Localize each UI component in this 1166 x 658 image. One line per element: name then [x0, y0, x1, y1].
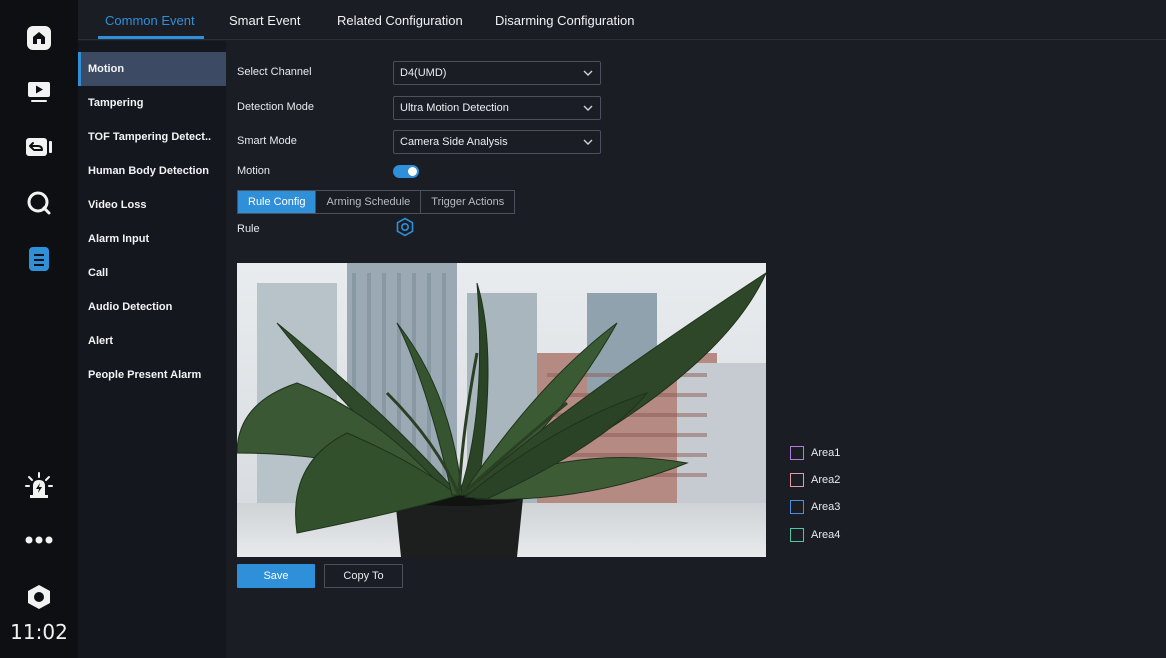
- toggle-knob: [408, 167, 417, 176]
- area1-label: Area1: [811, 447, 841, 459]
- sidebar-item-tof-tampering[interactable]: TOF Tampering Detect..: [78, 120, 226, 154]
- smart-mode-value: Camera Side Analysis: [400, 136, 508, 148]
- smart-mode-dropdown[interactable]: Camera Side Analysis: [393, 130, 601, 154]
- sidebar-item-human-body-detection[interactable]: Human Body Detection: [78, 154, 226, 188]
- detection-mode-value: Ultra Motion Detection: [400, 102, 509, 114]
- area3-label: Area3: [811, 501, 841, 513]
- event-sidebar: Motion Tampering TOF Tampering Detect.. …: [78, 41, 226, 658]
- copy-to-button[interactable]: Copy To: [324, 564, 403, 588]
- sidebar-item-alert[interactable]: Alert: [78, 324, 226, 358]
- sidebar-item-alarm-input[interactable]: Alarm Input: [78, 222, 226, 256]
- chevron-down-icon: [583, 105, 593, 111]
- backup-icon[interactable]: [0, 127, 78, 167]
- file-settings-icon[interactable]: [0, 239, 78, 279]
- left-rail: 11:02: [0, 0, 78, 658]
- search-icon[interactable]: [0, 183, 78, 223]
- subtab-rule-config[interactable]: Rule Config: [238, 191, 317, 213]
- detection-mode-label: Detection Mode: [237, 101, 315, 113]
- save-button[interactable]: Save: [237, 564, 315, 588]
- rule-label: Rule: [237, 223, 260, 235]
- alarm-icon[interactable]: [0, 466, 78, 506]
- area2-label: Area2: [811, 474, 841, 486]
- chevron-down-icon: [583, 70, 593, 76]
- top-tab-bar: Common Event Smart Event Related Configu…: [78, 0, 1166, 40]
- subtab-arming-schedule[interactable]: Arming Schedule: [316, 191, 422, 213]
- sidebar-item-tampering[interactable]: Tampering: [78, 86, 226, 120]
- smart-mode-label: Smart Mode: [237, 135, 297, 147]
- select-channel-dropdown[interactable]: D4(UMD): [393, 61, 601, 85]
- tab-disarming-configuration[interactable]: Disarming Configuration: [495, 0, 634, 40]
- motion-label: Motion: [237, 165, 271, 177]
- playback-icon[interactable]: [0, 72, 78, 112]
- select-channel-label: Select Channel: [237, 66, 312, 78]
- select-channel-value: D4(UMD): [400, 67, 447, 79]
- area4-label: Area4: [811, 529, 841, 541]
- rule-settings-icon[interactable]: [395, 217, 415, 237]
- sidebar-item-call[interactable]: Call: [78, 256, 226, 290]
- area4-color-box: [790, 528, 804, 542]
- sidebar-item-motion[interactable]: Motion: [78, 52, 226, 86]
- tab-common-event[interactable]: Common Event: [105, 0, 195, 40]
- sidebar-item-video-loss[interactable]: Video Loss: [78, 188, 226, 222]
- camera-preview[interactable]: [237, 263, 766, 557]
- area2-color-box: [790, 473, 804, 487]
- clock: 11:02: [10, 620, 68, 644]
- chevron-down-icon: [583, 139, 593, 145]
- sidebar-item-audio-detection[interactable]: Audio Detection: [78, 290, 226, 324]
- power-icon[interactable]: [0, 577, 78, 617]
- camera-feed-image: [237, 263, 766, 557]
- detection-mode-dropdown[interactable]: Ultra Motion Detection: [393, 96, 601, 120]
- subtab-trigger-actions[interactable]: Trigger Actions: [421, 191, 514, 213]
- area3-color-box: [790, 500, 804, 514]
- home-icon[interactable]: [0, 18, 78, 58]
- tab-smart-event[interactable]: Smart Event: [229, 0, 301, 40]
- sidebar-item-people-present-alarm[interactable]: People Present Alarm: [78, 358, 226, 392]
- more-icon[interactable]: [0, 520, 78, 560]
- motion-toggle[interactable]: [393, 165, 419, 178]
- active-tab-indicator: [98, 36, 204, 39]
- area1-color-box: [790, 446, 804, 460]
- rule-subtabs: Rule Config Arming Schedule Trigger Acti…: [237, 190, 516, 214]
- tab-related-configuration[interactable]: Related Configuration: [337, 0, 463, 40]
